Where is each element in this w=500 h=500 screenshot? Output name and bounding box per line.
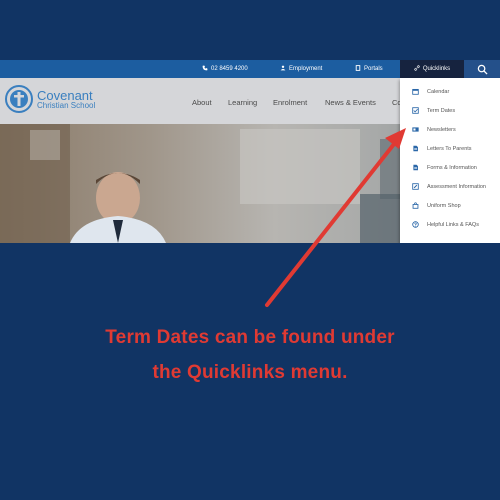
caption-line-1: Term Dates can be found under	[105, 327, 395, 348]
caption-line-2: the Quicklinks menu.	[152, 362, 348, 383]
annotation-arrow	[265, 128, 406, 307]
